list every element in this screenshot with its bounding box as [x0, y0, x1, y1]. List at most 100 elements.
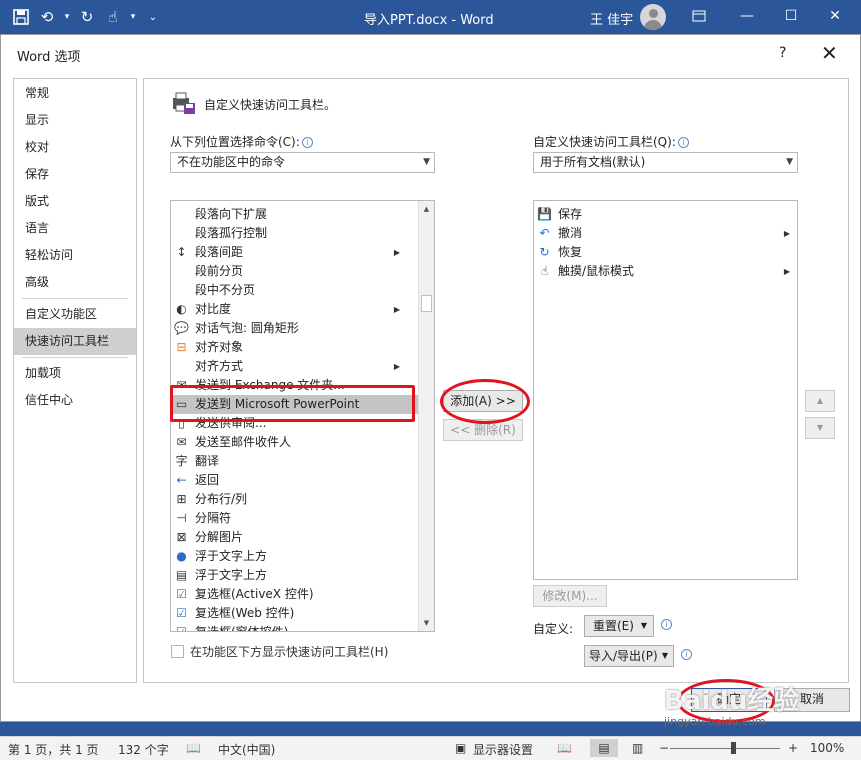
nav-item-advanced[interactable]: 高级 [14, 269, 136, 296]
info-icon[interactable]: i [301, 137, 313, 148]
toolbar-items-list[interactable]: 💾 保存 ↶ 撤消 ▶ ↻ 恢复 ☝ 触摸/鼠标模式 ▶ [533, 200, 798, 580]
command-list-item[interactable]: ◐ 对比度 ▶ [171, 300, 420, 319]
command-list-item[interactable]: ← 返回 [171, 471, 420, 490]
nav-item-general[interactable]: 常规 [14, 80, 136, 107]
nav-item-language[interactable]: 语言 [14, 215, 136, 242]
redo-icon[interactable]: ↻ [76, 6, 98, 28]
nav-item-quick-access-toolbar[interactable]: 快速访问工具栏 [14, 328, 136, 355]
undo-dropdown-icon[interactable]: ▾ [62, 6, 72, 28]
zoom-level[interactable]: 100% [810, 741, 844, 755]
command-list-item[interactable]: ✉ 发送到 Exchange 文件夹... [171, 376, 420, 395]
command-list-item[interactable]: ⊞ 分布行/列 [171, 490, 420, 509]
nav-item-accessibility[interactable]: 轻松访问 [14, 242, 136, 269]
command-list-item[interactable]: ↕ 段落间距 ▶ [171, 243, 420, 262]
command-list-item-label: 分解图片 [195, 530, 244, 544]
zoom-slider[interactable] [670, 748, 780, 749]
ribbon-display-options-icon[interactable] [688, 6, 710, 26]
commands-scrollbar[interactable]: ▲ ▼ [418, 201, 434, 631]
help-icon[interactable]: ? [779, 45, 786, 61]
command-list-item[interactable]: ⊠ 分解图片 [171, 528, 420, 547]
command-list-item[interactable]: 对齐方式 ▶ [171, 357, 420, 376]
info-icon[interactable]: i [661, 619, 672, 630]
page-count[interactable]: 第 1 页，共 1 页 [8, 741, 99, 758]
command-list-item[interactable]: 段前分页 [171, 262, 420, 281]
remove-button[interactable]: << 删除(R) [443, 419, 523, 441]
command-list-item[interactable]: ▯ 发送供审阅... [171, 414, 420, 433]
command-list-item[interactable]: ⊟ 对齐对象 [171, 338, 420, 357]
reset-button[interactable]: 重置(E) ▼ [584, 615, 654, 637]
toolbar-list-item[interactable]: 💾 保存 [534, 205, 796, 224]
nav-item-proofing[interactable]: 校对 [14, 134, 136, 161]
watermark-logo: Baidu经验 jingyan.baidu.com [664, 686, 800, 728]
command-list-item[interactable]: 段中不分页 [171, 281, 420, 300]
command-list-item[interactable]: ▭ 发送到 Microsoft PowerPoint [171, 395, 420, 414]
toolbar-list-item[interactable]: ↶ 撤消 ▶ [534, 224, 796, 243]
command-list-item[interactable]: 字翻译 [171, 452, 420, 471]
user-name[interactable]: 王 佳宇 [590, 9, 633, 28]
customize-toolbar-select[interactable]: 用于所有文档(默认) ▼ [533, 152, 798, 173]
toolbar-list-item[interactable]: ↻ 恢复 [534, 243, 796, 262]
submenu-arrow-icon: ▶ [783, 229, 790, 238]
command-list-item[interactable]: ▤ 浮于文字上方 [171, 566, 420, 585]
move-down-button[interactable]: ▼ [805, 417, 835, 439]
nav-item-add-ins[interactable]: 加载项 [14, 360, 136, 387]
zoom-in-icon[interactable]: + [788, 741, 798, 755]
language-indicator[interactable]: 中文(中国) [218, 741, 275, 758]
scroll-down-icon[interactable]: ▼ [419, 615, 434, 631]
command-list-item[interactable]: ☑ 复选框(Web 控件) [171, 604, 420, 623]
zoom-slider-thumb[interactable] [731, 742, 736, 754]
close-icon[interactable]: ✕ [821, 41, 838, 65]
contrast-icon: ◐ [176, 302, 187, 316]
scroll-up-icon[interactable]: ▲ [419, 201, 434, 217]
checkbox-icon[interactable] [171, 645, 184, 658]
display-settings[interactable]: 显示器设置 [473, 741, 533, 758]
command-list-item-label: 段中不分页 [195, 283, 256, 297]
move-up-button[interactable]: ▲ [805, 390, 835, 412]
info-icon[interactable]: i [681, 649, 692, 660]
touch-dropdown-icon[interactable]: ▾ [128, 6, 138, 28]
nav-item-save[interactable]: 保存 [14, 161, 136, 188]
translate-icon: 字 [175, 454, 188, 468]
command-list-item[interactable]: ☑ 复选框(ActiveX 控件) [171, 585, 420, 604]
toolbar-list-item[interactable]: ☝ 触摸/鼠标模式 ▶ [534, 262, 796, 281]
show-below-ribbon-checkbox[interactable]: 在功能区下方显示快速访问工具栏(H) [171, 643, 388, 660]
zoom-out-icon[interactable]: − [659, 741, 669, 755]
nav-item-display[interactable]: 显示 [14, 107, 136, 134]
nav-item-layout[interactable]: 版式 [14, 188, 136, 215]
toolbar-list-item-label: 触摸/鼠标模式 [558, 264, 635, 278]
command-list-item[interactable]: ⊣ 分隔符 [171, 509, 420, 528]
nav-item-customize-ribbon[interactable]: 自定义功能区 [14, 301, 136, 328]
info-icon[interactable]: i [677, 137, 689, 148]
command-list-item[interactable]: 段落向下扩展 [171, 205, 420, 224]
proofing-icon[interactable]: 📖 [186, 741, 201, 755]
command-list-item[interactable]: 💬 对话气泡: 圆角矩形 [171, 319, 420, 338]
commands-list[interactable]: 段落向下扩展 段落孤行控制 ↕ 段落间距 ▶ 段前分页段中不分页 ◐ 对比度 ▶ 💬 对话气泡: 圆… [170, 200, 435, 632]
nav-item-trust-center[interactable]: 信任中心 [14, 387, 136, 414]
minimize-icon[interactable]: — [736, 6, 758, 26]
display-settings-icon[interactable]: ▣ [455, 741, 466, 755]
command-list-item[interactable]: ✉ 发送至邮件收件人 [171, 433, 420, 452]
send-ppt-icon: ▭ [175, 397, 188, 411]
maximize-icon[interactable]: ☐ [780, 6, 802, 26]
scrollbar-thumb[interactable] [421, 295, 432, 312]
mail-recipient-icon: ✉ [176, 435, 187, 449]
word-count[interactable]: 132 个字 [118, 741, 169, 758]
modify-button[interactable]: 修改(M)... [533, 585, 607, 607]
customize-qat-icon[interactable]: ⌄ [142, 6, 164, 28]
web-layout-icon[interactable]: ▥ [632, 741, 643, 755]
save-icon[interactable] [10, 6, 32, 28]
read-mode-icon[interactable]: 📖 [557, 741, 572, 755]
avatar[interactable] [640, 4, 666, 30]
print-layout-icon[interactable]: ▤ [590, 739, 618, 757]
command-list-item[interactable]: 段落孤行控制 [171, 224, 420, 243]
undo-icon[interactable]: ⟲ [36, 6, 58, 28]
add-button[interactable]: 添加(A) >> [443, 390, 523, 412]
touch-mode-icon[interactable]: ☝ [102, 6, 124, 28]
window-close-icon[interactable]: ✕ [824, 6, 846, 26]
command-list-item[interactable]: ☑ 复选框(窗体控件) [171, 623, 420, 631]
choose-commands-select[interactable]: 不在功能区中的命令 ▼ [170, 152, 435, 173]
speech-bubble-icon: 💬 [174, 321, 189, 335]
chevron-down-icon: ▼ [640, 621, 647, 630]
import-export-button[interactable]: 导入/导出(P) ▼ [584, 645, 674, 667]
command-list-item[interactable]: ● 浮于文字上方 [171, 547, 420, 566]
